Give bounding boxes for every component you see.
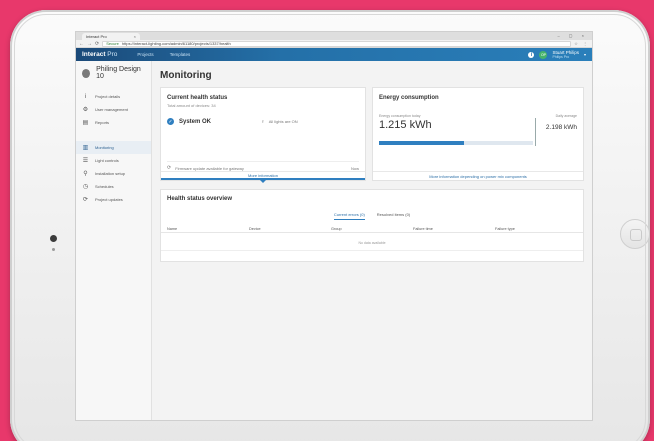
energy-value-today: 1.215 kWh xyxy=(379,119,432,131)
back-icon[interactable]: ← xyxy=(79,41,84,47)
screen: Interact Pro × – ▢ × ← → ⟳ Secure https:… xyxy=(75,31,593,421)
browser-tools[interactable]: ☆ ⋮ xyxy=(574,41,589,46)
average-marker xyxy=(535,118,536,146)
info-icon: i xyxy=(84,93,87,100)
user-role: Philips Pro xyxy=(552,54,570,59)
report-icon: ▤ xyxy=(82,120,89,126)
chart-icon: ▥ xyxy=(82,145,89,151)
energy-more-link[interactable]: More information depending on power mix … xyxy=(373,171,583,180)
avatar[interactable]: OP xyxy=(539,50,548,59)
sidebar-item-light-controls[interactable]: ☰ Light controls xyxy=(76,154,151,167)
energy-progress-fill xyxy=(379,141,464,145)
health-more-link[interactable]: More information xyxy=(161,171,365,183)
energy-card: Energy consumption Energy consumption to… xyxy=(372,87,584,181)
energy-progress-bar xyxy=(379,141,533,145)
forward-icon[interactable]: → xyxy=(87,41,92,47)
clock-icon: ◷ xyxy=(82,184,89,190)
firmware-notice[interactable]: ⟳ Firmware update available for gateway … xyxy=(167,161,359,171)
energy-label-today: Energy consumption today xyxy=(379,114,421,118)
page-title: Monitoring xyxy=(160,70,212,81)
energy-title: Energy consumption xyxy=(379,95,439,101)
project-name: Philing Design 10 xyxy=(96,66,141,80)
energy-value-average: 2.198 kWh xyxy=(545,124,577,131)
refresh-icon: ⟳ xyxy=(82,197,89,203)
energy-values: 1.215 kWh 2.198 kWh xyxy=(373,118,583,131)
sidebar-item-label: Monitoring xyxy=(95,145,114,150)
sidebar-item-label: Schedules xyxy=(95,184,114,189)
health-title: Current health status xyxy=(167,95,228,101)
status-text: System OK xyxy=(179,118,212,125)
sidebar-item-installation-setup[interactable]: ⚲ Installation setup xyxy=(76,167,151,180)
address-bar: ← → ⟳ Secure https://interact-lighting.c… xyxy=(76,40,592,48)
sidebar-item-label: Project details xyxy=(95,94,121,99)
window-controls[interactable]: – ▢ × xyxy=(557,33,588,38)
health-overview-card: Health status overview Current errors (0… xyxy=(160,189,584,262)
brand-suffix: Pro xyxy=(107,51,118,58)
user-menu[interactable]: Stuart Philips Philips Pro xyxy=(552,50,579,60)
nav-templates[interactable]: Templates xyxy=(170,52,191,57)
table-empty-state: No data available xyxy=(161,233,583,251)
sidebar-item-label: Project updates xyxy=(95,197,123,202)
column-device[interactable]: Device xyxy=(249,227,331,231)
main-content: Monitoring Current health status Total a… xyxy=(152,61,592,420)
secure-label: Secure xyxy=(106,41,119,46)
app-header: Interact Pro Projects Templates i OP Stu… xyxy=(76,48,592,61)
info-icon[interactable]: i xyxy=(528,51,535,58)
sidebar-item-monitoring[interactable]: ▥ Monitoring xyxy=(76,141,151,154)
energy-labels: Energy consumption today Daily average xyxy=(373,101,583,118)
sidebar-item-reports[interactable]: ▤ Reports xyxy=(76,116,151,129)
browser-tab[interactable]: Interact Pro × xyxy=(82,33,140,40)
column-name[interactable]: Name xyxy=(167,227,249,231)
column-failure-time[interactable]: Failure time xyxy=(413,227,495,231)
browser-tab-title: Interact Pro xyxy=(86,34,107,39)
header-right: i OP Stuart Philips Philips Pro ▾ xyxy=(528,50,586,60)
camera-icon xyxy=(50,235,57,242)
user-name: Stuart Philips xyxy=(552,49,579,55)
firmware-text: Firmware update available for gateway xyxy=(175,165,244,171)
gear-icon: ⚙ xyxy=(82,107,89,113)
cards-row: Current health status Total amount of de… xyxy=(160,87,584,183)
project-icon xyxy=(82,68,91,78)
energy-label-average: Daily average xyxy=(555,114,577,118)
sensor-icon xyxy=(52,248,55,251)
browser-tab-strip: Interact Pro × – ▢ × xyxy=(76,32,592,40)
sidebar-item-label: Installation setup xyxy=(95,171,126,176)
reload-icon[interactable]: ⟳ xyxy=(95,41,99,47)
sidebar-item-project-details[interactable]: i Project details xyxy=(76,90,151,103)
lights-status: All lights are ON xyxy=(268,119,298,124)
health-subtitle: Total amount of devices: 34 xyxy=(167,103,216,108)
table-header: Name Device Group Failure time Failure t… xyxy=(161,220,583,233)
brand-name: Interact xyxy=(82,51,106,58)
check-icon: ✓ xyxy=(167,118,174,125)
app-body: Philing Design 10 i Project details ⚙ Us… xyxy=(76,61,592,420)
column-group[interactable]: Group xyxy=(331,227,413,231)
overview-title: Health status overview xyxy=(167,196,233,202)
sidebar-item-schedules[interactable]: ◷ Schedules xyxy=(76,180,151,193)
sidebar-item-project-updates[interactable]: ⟳ Project updates xyxy=(76,193,151,206)
project-header: Philing Design 10 xyxy=(76,66,151,90)
brand-logo[interactable]: Interact Pro xyxy=(82,51,117,58)
column-failure-type[interactable]: Failure type xyxy=(495,227,577,231)
sidebar-item-label: Light controls xyxy=(95,158,119,163)
tab-current-errors[interactable]: Current errors (0) xyxy=(333,212,365,220)
health-card: Current health status Total amount of de… xyxy=(160,87,366,183)
home-button[interactable] xyxy=(620,219,650,249)
pin-icon: ⚲ xyxy=(83,171,88,177)
tab-resolved-items[interactable]: Resolved items (0) xyxy=(377,212,410,220)
close-icon[interactable]: × xyxy=(134,34,136,39)
url-text: https://interact-lighting.com/admin/6118… xyxy=(121,41,231,46)
sidebar: Philing Design 10 i Project details ⚙ Us… xyxy=(76,61,152,420)
sliders-icon: ☰ xyxy=(82,158,89,164)
firmware-time: Now xyxy=(350,165,359,171)
chevron-down-icon[interactable]: ▾ xyxy=(584,52,586,57)
overview-tabs: Current errors (0) Resolved items (0) xyxy=(161,202,583,220)
sidebar-item-label: User management xyxy=(95,107,128,112)
nav-projects[interactable]: Projects xyxy=(137,52,153,57)
health-status-row: ✓ System OK ♀ All lights are ON xyxy=(161,108,365,125)
bulb-icon: ♀ xyxy=(261,118,265,125)
url-input[interactable]: Secure https://interact-lighting.com/adm… xyxy=(102,40,572,47)
sidebar-item-label: Reports xyxy=(95,120,110,125)
sidebar-item-user-management[interactable]: ⚙ User management xyxy=(76,103,151,116)
